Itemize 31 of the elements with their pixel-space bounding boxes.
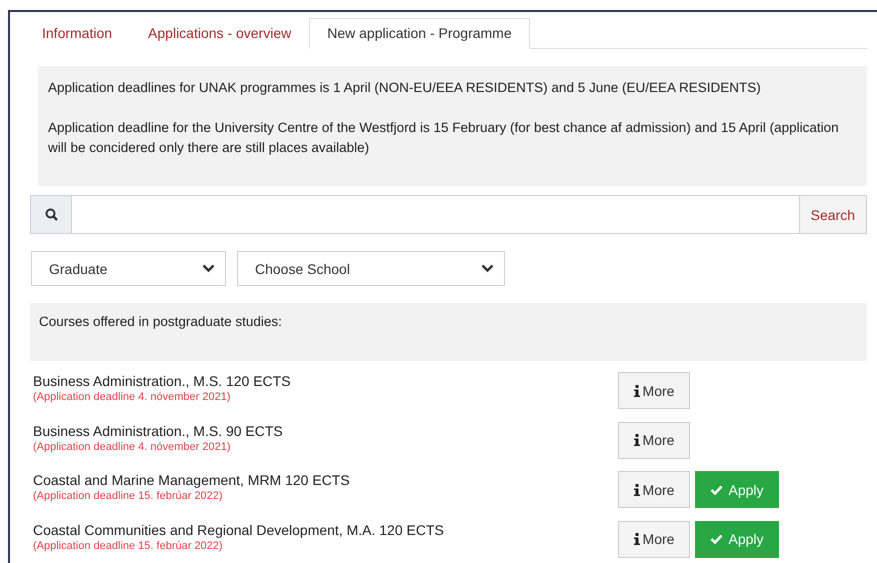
dropdown-value: Choose School	[255, 260, 350, 276]
check-icon	[710, 484, 724, 494]
dropdown[interactable]: Choose School	[237, 251, 505, 286]
search-field[interactable]: Search	[30, 195, 867, 234]
dropdown[interactable]: Graduate	[31, 251, 226, 286]
info-icon	[634, 384, 640, 396]
course-name: Coastal and Marine Management, MRM 120 ECTS	[33, 472, 351, 488]
deadline-text: (Application deadline 4. nóvember 2021)	[33, 440, 232, 452]
deadline-text: (Application deadline 15. febrúar 2022)	[33, 540, 224, 552]
more-button[interactable]: More	[618, 372, 690, 409]
more-button[interactable]: More	[618, 520, 690, 558]
course-name: Business Administration., M.S. 120 ECTS	[33, 373, 292, 389]
search-icon	[44, 208, 58, 221]
chevron-down-icon	[202, 264, 215, 273]
dropdown-value: Graduate	[49, 260, 108, 276]
chevron-down-icon	[481, 264, 494, 273]
course-name: Coastal Communities and Regional Development, M.A. 120 ECTS	[33, 522, 445, 538]
check-icon	[710, 534, 724, 544]
info-icon	[634, 484, 640, 496]
info-icon	[634, 434, 640, 446]
deadline-text: (Application deadline 4. nóvember 2021)	[33, 391, 232, 403]
search-button[interactable]: Search	[798, 196, 866, 233]
notice-text: Application deadline for the University Centre of the Westfjord is 15 February (for best chance af admission) and 15 April (application will be concidered only there are still places available)	[48, 119, 840, 157]
more-button[interactable]: More	[618, 422, 690, 458]
notice-text: Application deadlines for UNAK programmes is 1 April (NON-EU/EEA RESIDENTS) and 5 June (EU/EEA RESIDENTS)	[48, 79, 762, 97]
course-name: Business Administration., M.S. 90 ECTS	[33, 422, 284, 438]
more-button[interactable]: More	[618, 471, 690, 508]
heading-text: Courses offered in postgraduate studies:	[39, 314, 282, 329]
tab[interactable]: New application - Programme	[309, 18, 530, 49]
deadline-text: (Application deadline 15. febrúar 2022)	[33, 490, 224, 502]
info-icon	[634, 533, 640, 545]
